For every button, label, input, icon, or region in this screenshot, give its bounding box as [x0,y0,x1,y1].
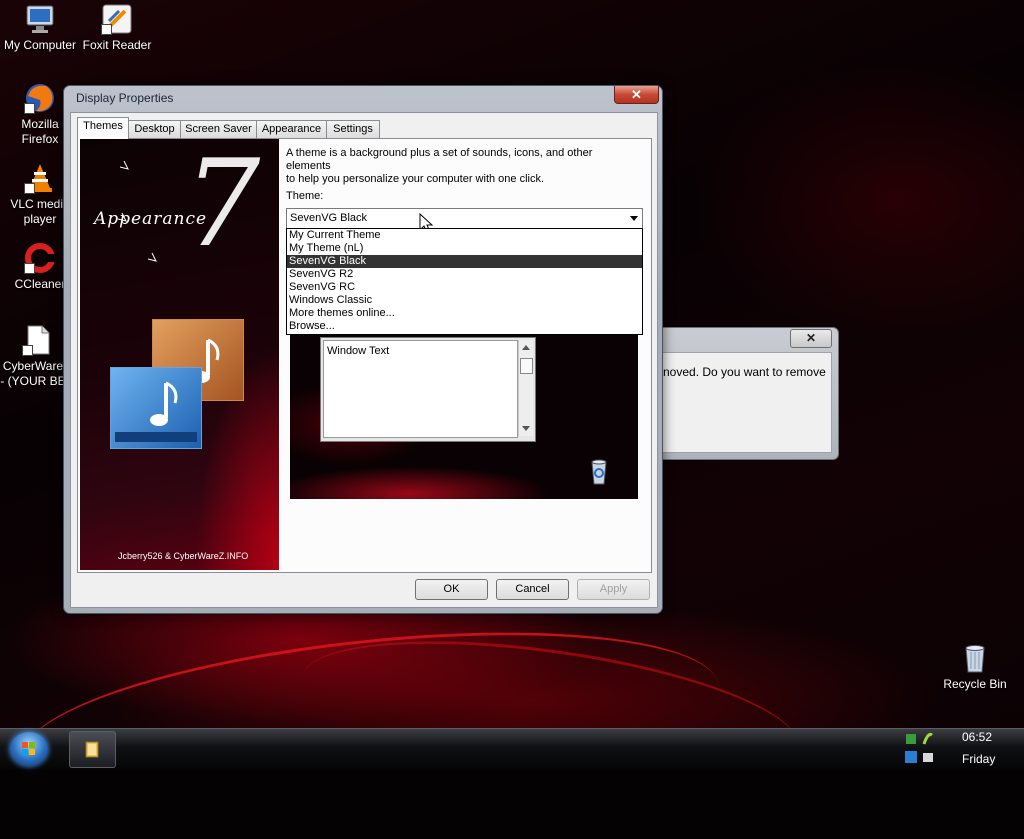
dropdown-option[interactable]: Windows Classic [287,294,642,307]
document-icon [22,324,54,356]
description-line: to help you personalize your computer wi… [286,173,545,185]
scroll-up-icon [522,345,530,350]
dropdown-option[interactable]: More themes online... [287,307,642,320]
message-text: noved. Do you want to remove [663,365,826,379]
chevron-down-icon[interactable] [630,216,638,221]
recycle-bin-icon [591,459,607,485]
desktop-icon-label: Foxit Reader [82,38,152,52]
theme-dropdown[interactable]: SevenVG Black [286,208,643,229]
preview-credit: Jcberry526 & CyberWareZ.INFO [118,551,249,561]
themes-panel: 7 Appearance Jcberry526 & CyberWareZ.INF… [77,138,652,573]
description-line: A theme is a background plus a set of so… [286,147,593,172]
network-tray-icon[interactable] [904,732,918,746]
tab-screen-saver[interactable]: Screen Saver [180,120,257,138]
ccleaner-icon [24,242,56,274]
dropdown-option[interactable]: Browse... [287,320,642,333]
bird-icon [118,160,157,262]
volume-tray-icon[interactable] [921,750,935,764]
scroll-down-icon [522,426,530,431]
music-card-icon [110,367,202,449]
desktop-icon-recycle-bin[interactable]: Recycle Bin [937,642,1013,692]
desktop-icon-foxit-reader[interactable]: Foxit Reader [79,3,155,53]
firefox-icon [24,82,56,114]
update-tray-icon[interactable] [921,732,935,746]
theme-selected-value: SevenVG Black [290,212,368,224]
scroll-thumb [520,358,533,374]
theme-dropdown-list[interactable]: My Current Theme My Theme (nL) SevenVG B… [286,228,643,335]
theme-preview-image: 7 Appearance Jcberry526 & CyberWareZ.INF… [80,139,279,570]
folder-icon [85,741,99,758]
sample-window: Window Text [320,337,536,442]
taskbar [0,728,1024,769]
vlc-cone-icon [24,162,56,194]
dropdown-option[interactable]: SevenVG R2 [287,268,642,281]
desktop-icon-label: My Computer [3,38,77,52]
tab-desktop[interactable]: Desktop [128,120,181,138]
sample-window-text: Window Text [327,345,390,357]
tab-themes[interactable]: Themes [77,117,129,139]
ok-button[interactable]: OK [415,579,488,600]
dialog-title: Display Properties [76,91,174,105]
sample-scrollbar [518,340,533,436]
cancel-button[interactable]: Cancel [496,579,569,600]
tab-appearance[interactable]: Appearance [256,120,327,138]
windows-logo-icon [22,742,35,755]
close-button[interactable]: ✕ [614,86,659,104]
clock-time[interactable]: 06:52 [962,730,992,744]
background-message-dialog[interactable]: ✕ noved. Do you want to remove [655,327,839,460]
desktop-icon-my-computer[interactable]: My Computer [2,3,78,53]
clock-day[interactable]: Friday [962,752,995,766]
tab-settings[interactable]: Settings [326,120,380,138]
sample-text-area: Window Text [323,340,518,438]
apply-button[interactable]: Apply [577,579,650,600]
dropdown-option[interactable]: My Current Theme [287,229,642,242]
monitor-icon [24,3,56,35]
dialog-body: noved. Do you want to remove [662,352,832,453]
dialog-client-area: Themes Desktop Screen Saver Appearance S… [70,112,658,608]
dropdown-option[interactable]: SevenVG RC [287,281,642,294]
desktop-icon-label: Recycle Bin [943,677,1007,691]
dropdown-option-selected[interactable]: SevenVG Black [287,255,642,268]
start-button[interactable] [10,732,48,766]
taskbar-button-display-properties[interactable] [69,731,116,768]
close-button[interactable]: ✕ [790,329,832,348]
recycle-bin-icon [959,642,991,674]
app-tray-icon[interactable] [904,750,918,764]
theme-sample-preview: Window Text [290,334,638,499]
preview-numeral: 7 [184,139,261,274]
dropdown-option[interactable]: My Theme (nL) [287,242,642,255]
display-properties-dialog[interactable]: Display Properties ✕ Themes Desktop Scre… [63,85,663,614]
theme-label: Theme: [286,190,324,202]
theme-description: A theme is a background plus a set of so… [286,147,636,186]
pdf-reader-icon [101,3,133,35]
